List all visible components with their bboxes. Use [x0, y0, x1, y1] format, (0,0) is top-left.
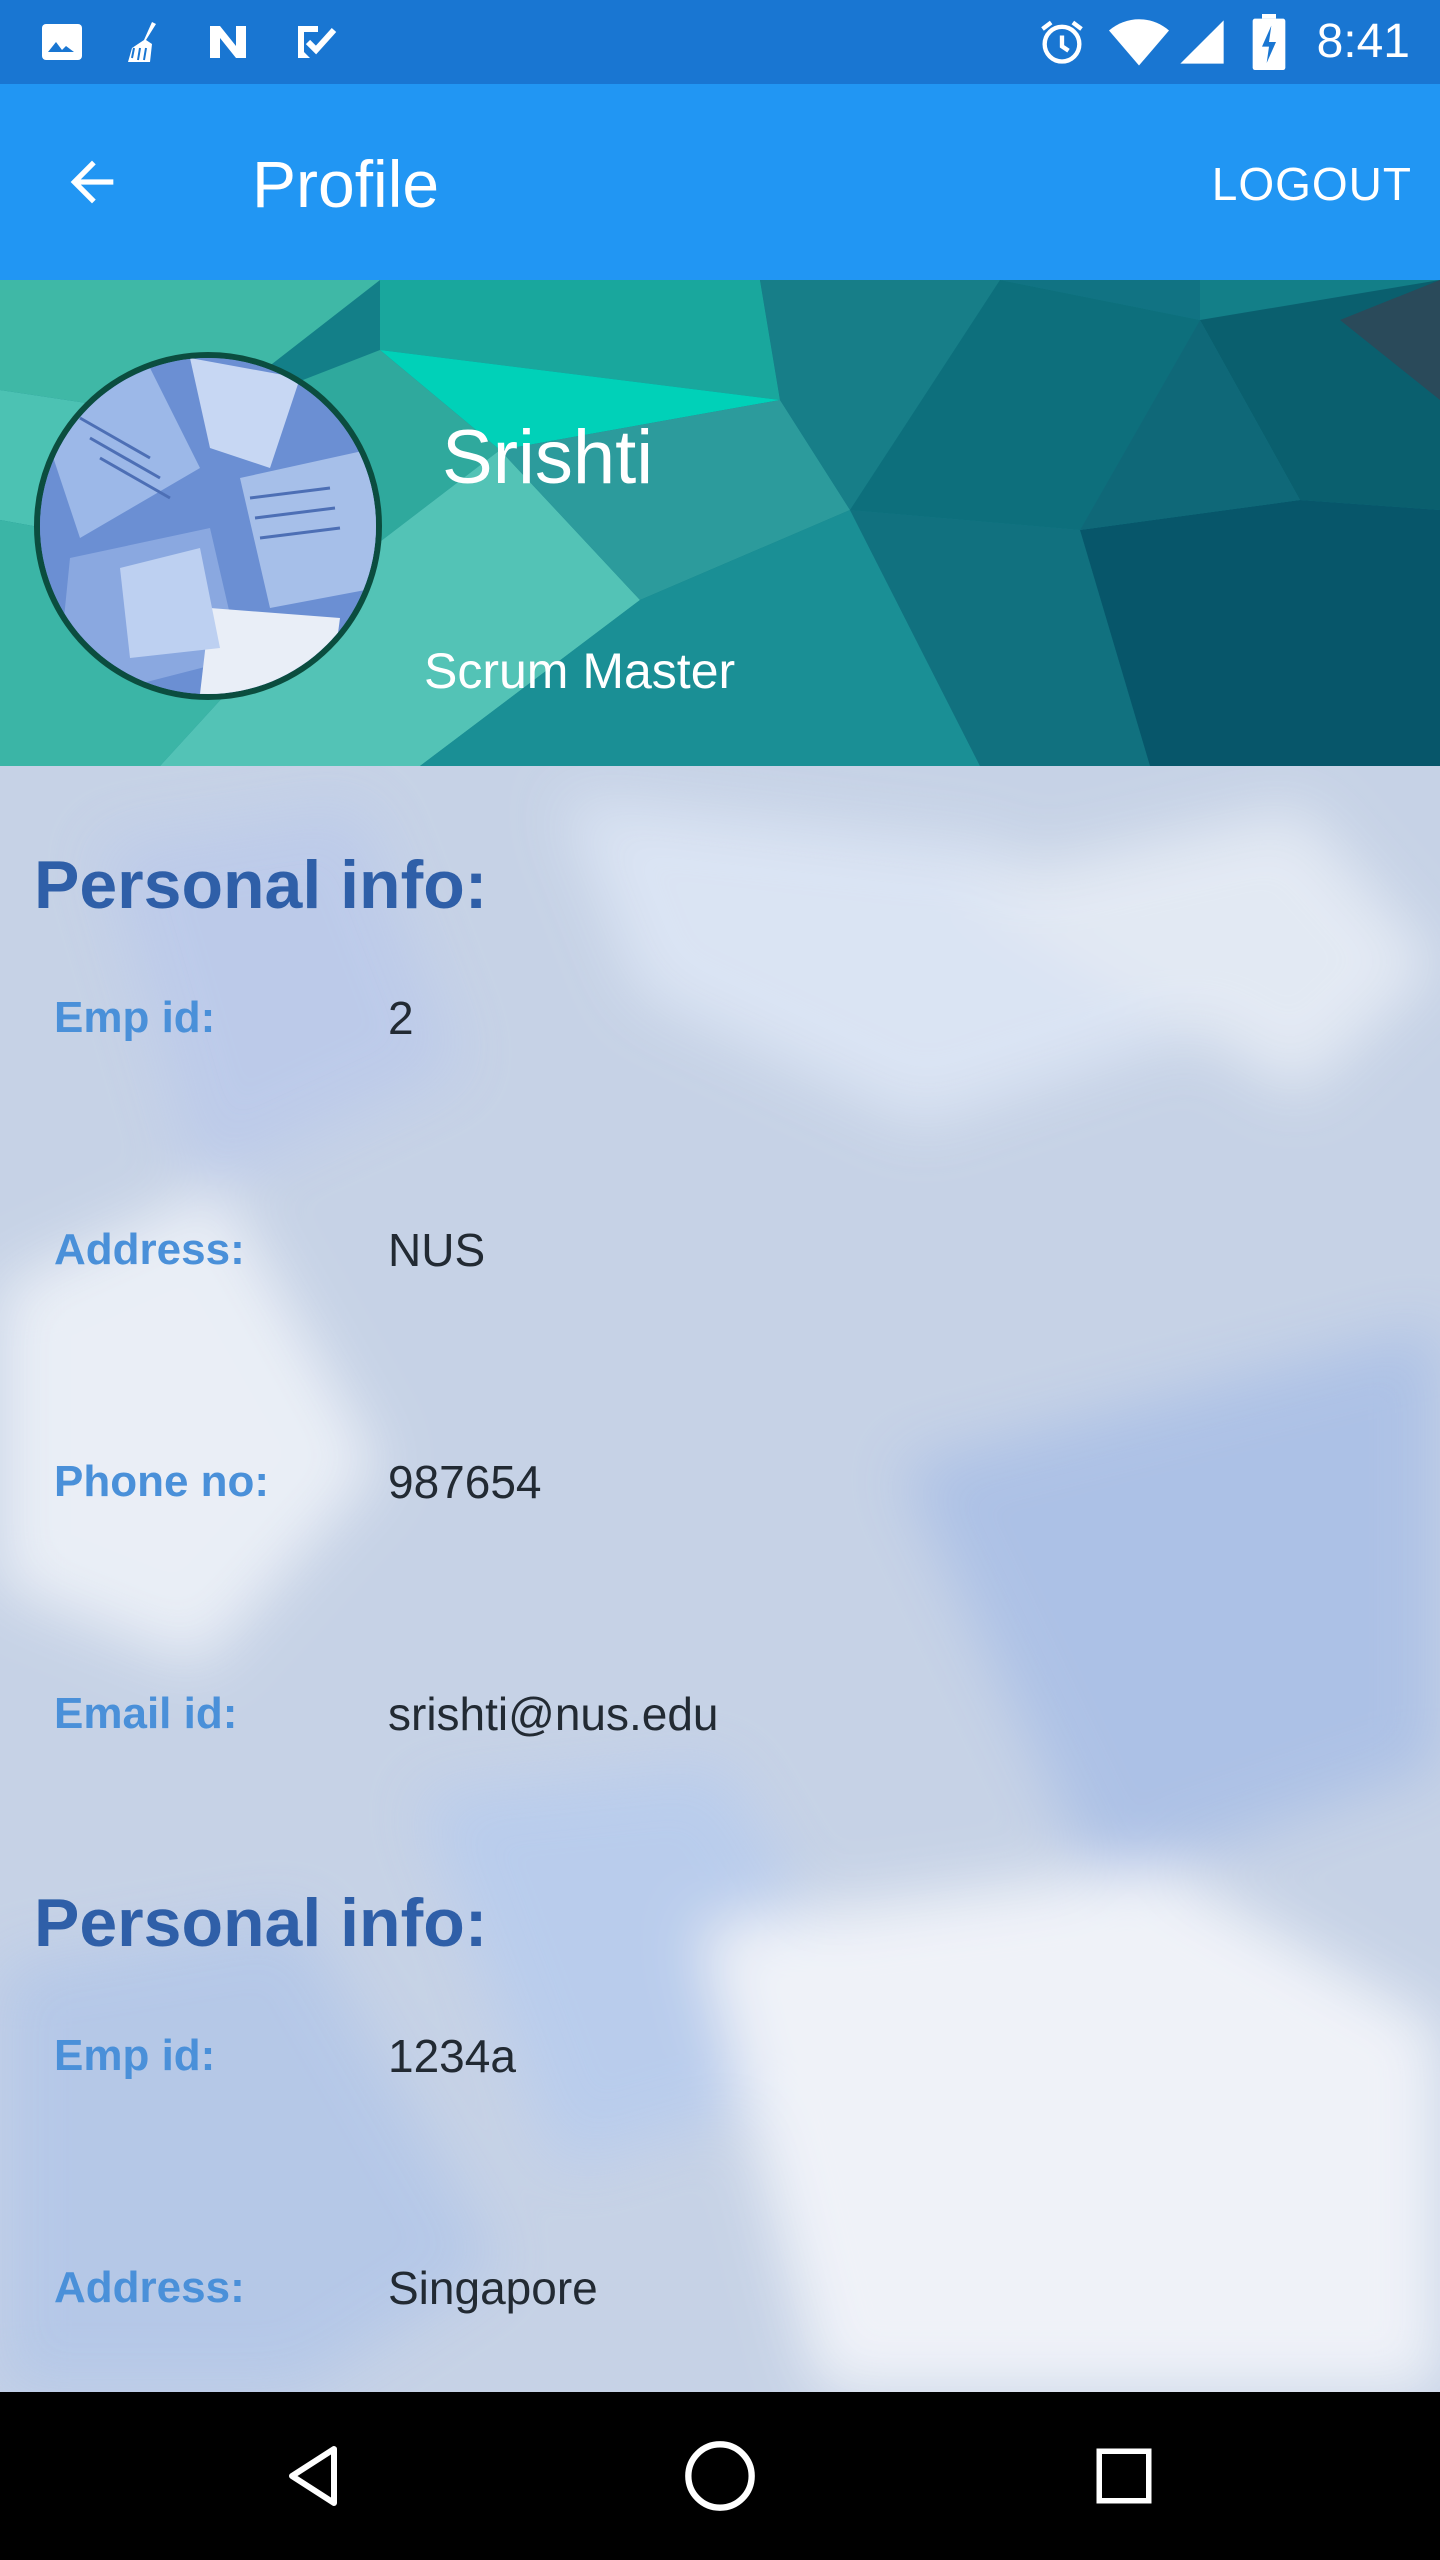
screen: 8:41 Profile LOGOUT Srishti Scrum Master…: [0, 0, 1440, 2560]
nav-recents-button[interactable]: [1074, 2426, 1174, 2526]
logout-button[interactable]: LOGOUT: [1212, 148, 1412, 220]
recents-square-icon: [1096, 2448, 1152, 2504]
battery-charging-icon: [1252, 14, 1286, 70]
wifi-icon: [1109, 19, 1169, 66]
profile-content: Personal info: Emp id: 2 Address: NUS Ph…: [0, 766, 1440, 2392]
home-circle-icon: [685, 2441, 755, 2511]
alarm-icon: [1041, 20, 1083, 64]
navigation-bar: [0, 2392, 1440, 2560]
field-label-address: Address:: [54, 1225, 245, 1274]
field-label-email: Email id:: [54, 1689, 238, 1738]
avatar[interactable]: [34, 352, 382, 700]
section-title: Personal info:: [34, 1885, 488, 1961]
content-background: [0, 766, 1440, 2392]
checklist-icon: [298, 26, 337, 58]
field-value-phone: 987654: [388, 1456, 542, 1508]
field-label-emp-id: Emp id:: [54, 2031, 216, 2080]
n-app-icon: [210, 26, 246, 58]
profile-role: Scrum Master: [424, 643, 736, 699]
back-button[interactable]: [52, 142, 132, 222]
page-title: Profile: [252, 147, 440, 221]
field-value-email: srishti@nus.edu: [388, 1688, 719, 1740]
field-value-address: Singapore: [388, 2262, 598, 2314]
image-icon: [42, 24, 82, 60]
broom-icon: [128, 22, 156, 62]
status-time: 8:41: [1316, 15, 1410, 68]
field-value-emp-id: 2: [388, 992, 414, 1044]
signal-icon: [1180, 20, 1224, 64]
app-bar: Profile LOGOUT: [0, 84, 1440, 280]
field-label-phone: Phone no:: [54, 1457, 270, 1506]
nav-home-button[interactable]: [670, 2426, 770, 2526]
nav-back-button[interactable]: [266, 2426, 366, 2526]
back-triangle-icon: [289, 2446, 337, 2506]
field-value-emp-id: 1234a: [388, 2030, 516, 2082]
field-value-address: NUS: [388, 1224, 486, 1276]
field-label-address: Address:: [54, 2263, 245, 2312]
arrow-back-icon: [70, 160, 114, 204]
avatar-image: [40, 358, 376, 694]
profile-name: Srishti: [442, 415, 654, 500]
section-title: Personal info:: [34, 847, 488, 923]
status-bar: 8:41: [0, 0, 1440, 84]
field-label-emp-id: Emp id:: [54, 993, 216, 1042]
